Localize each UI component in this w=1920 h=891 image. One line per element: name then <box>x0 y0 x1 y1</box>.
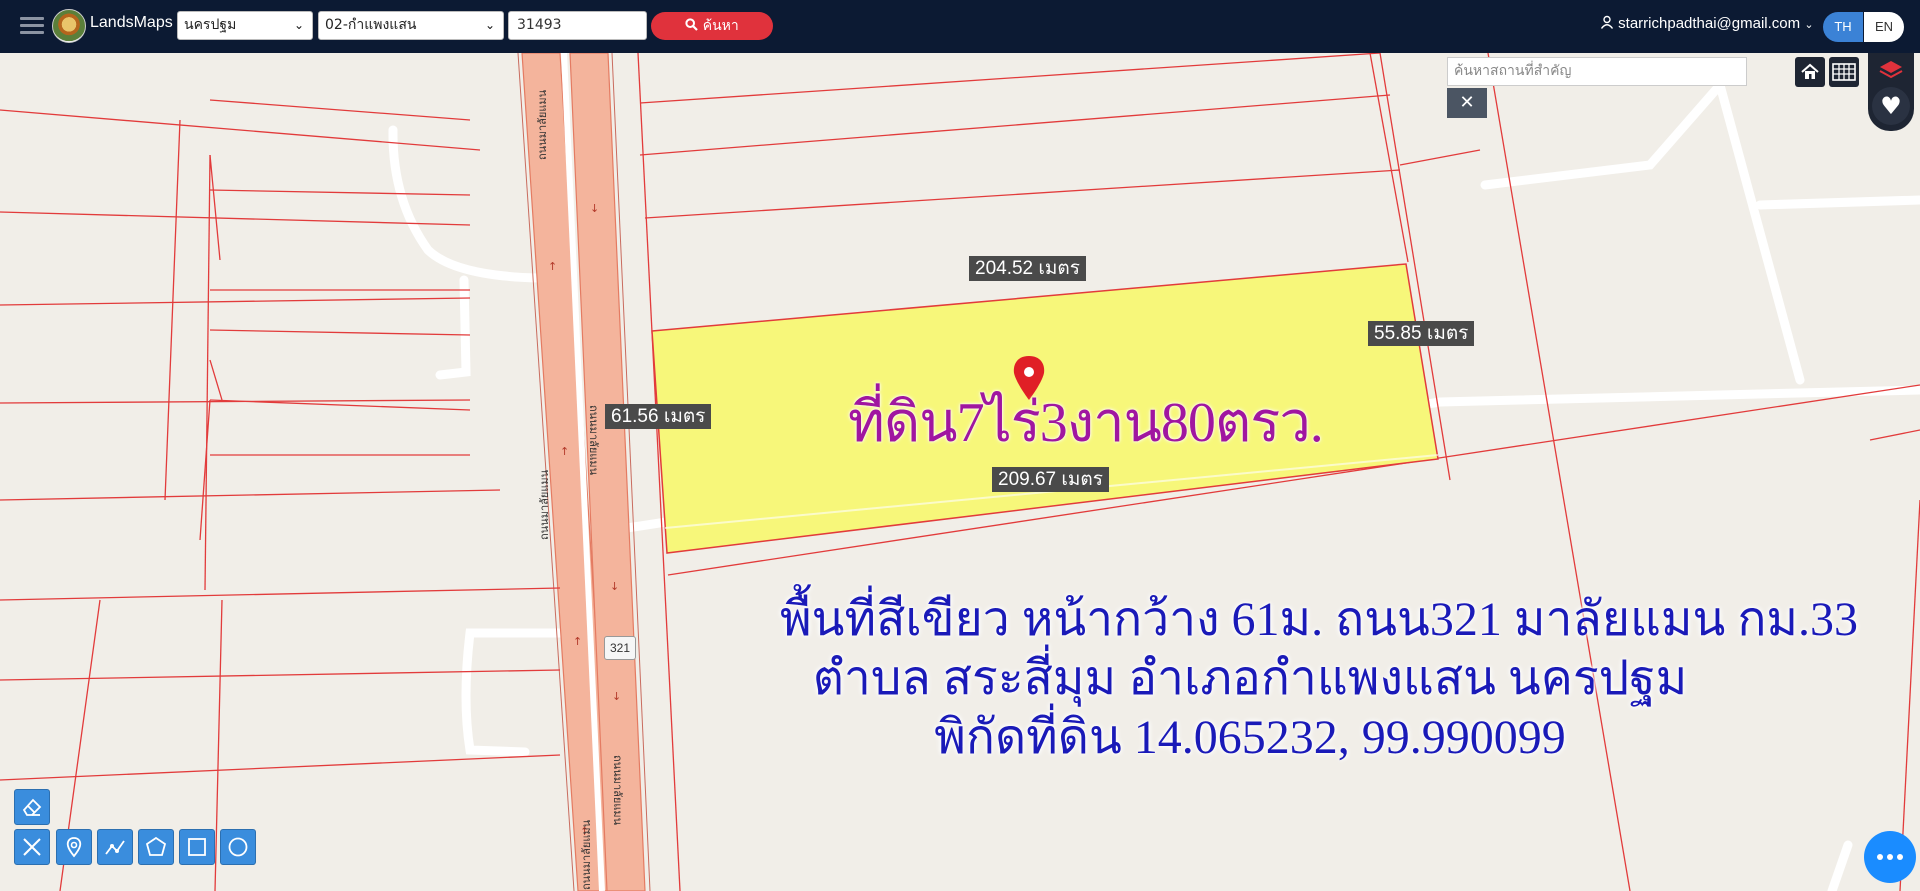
app-logo[interactable] <box>52 9 86 43</box>
favorite-heart-icon[interactable]: ♥ <box>1872 87 1910 125</box>
district-value: 02-กำแพงแสน <box>325 17 417 33</box>
marker-tool-button[interactable] <box>56 829 92 865</box>
eraser-icon <box>22 798 42 816</box>
lang-th-button[interactable]: TH <box>1823 12 1863 42</box>
province-select[interactable]: นครปฐม ⌄ <box>177 11 313 40</box>
top-navbar: LandsMaps นครปฐม ⌄ 02-กำแพงแสน ⌄ 31493 ค… <box>0 0 1920 53</box>
user-menu[interactable]: starrichpadthai@gmail.com ⌄ <box>1600 15 1814 32</box>
parcel-number-input[interactable]: 31493 <box>508 11 647 40</box>
home-button[interactable] <box>1795 57 1825 87</box>
measurement-bottom: 209.67 เมตร <box>992 467 1109 492</box>
polyline-icon <box>105 840 125 855</box>
parcel-description: พื้นที่สีเขียว หน้ากว้าง 61ม. ถนน321 มาล… <box>780 590 1859 767</box>
measurement-left: 61.56 เมตร <box>605 404 712 429</box>
province-value: นครปฐม <box>184 17 237 33</box>
polygon-tool-button[interactable] <box>138 829 174 865</box>
app-brand[interactable]: LandsMaps <box>90 14 173 32</box>
layers-icon[interactable] <box>1878 58 1904 84</box>
search-button-label: ค้นหา <box>702 18 739 34</box>
grid-icon <box>1832 63 1856 81</box>
search-icon <box>685 18 699 31</box>
road-name-label: ถนนมาลัยแมน <box>611 755 624 826</box>
user-email: starrichpadthai@gmail.com <box>1618 15 1801 32</box>
description-line-2: ตำบล สระสี่มุม อำเภอกำแพงแสน นครปฐม <box>812 652 1688 705</box>
road-name-label: ถนนมาลัยแมน <box>536 89 549 160</box>
polygon-icon <box>145 836 167 856</box>
measurement-right: 55.85 เมตร <box>1368 321 1475 346</box>
measurement-top: 204.52 เมตร <box>969 256 1086 281</box>
district-select[interactable]: 02-กำแพงแสน ⌄ <box>318 11 504 40</box>
parcel-size-title: ที่ดิน7ไร่3งาน80ตรว. <box>848 392 1324 454</box>
place-search-input[interactable]: ค้นหาสถานที่สำคัญ <box>1447 57 1747 86</box>
ruler-tool-button[interactable] <box>14 829 50 865</box>
map-marker-icon <box>66 837 82 858</box>
description-line-1: พื้นที่สีเขียว หน้ากว้าง 61ม. ถนน321 มาล… <box>780 593 1859 646</box>
svg-text:↑: ↑ <box>560 445 569 458</box>
description-line-3: พิกัดที่ดิน 14.065232, 99.990099 <box>934 711 1566 764</box>
road-name-label: ถนนมาลัยแมน <box>538 469 551 540</box>
user-icon <box>1600 15 1614 29</box>
menu-icon[interactable] <box>20 13 44 37</box>
home-icon <box>1801 63 1819 79</box>
road-name-label: ถนนมาลัยแมน <box>580 819 593 890</box>
rectangle-icon <box>188 838 206 856</box>
rectangle-tool-button[interactable] <box>179 829 215 865</box>
lang-en-button[interactable]: EN <box>1864 12 1904 42</box>
svg-text:↓: ↓ <box>612 690 621 703</box>
chevron-down-icon: ⌄ <box>484 18 495 32</box>
ruler-icon <box>23 838 41 856</box>
circle-tool-button[interactable] <box>220 829 256 865</box>
search-button[interactable]: ค้นหา <box>651 12 773 40</box>
svg-text:↓: ↓ <box>610 580 619 593</box>
close-search-button[interactable]: ✕ <box>1447 88 1487 118</box>
chevron-down-icon: ⌄ <box>293 18 304 32</box>
circle-icon <box>228 837 248 857</box>
svg-text:↓: ↓ <box>590 202 599 215</box>
chat-bubble-icon[interactable] <box>1864 831 1916 883</box>
road-name-label: ถนนมาลัยแมน <box>587 405 600 476</box>
road-shield-badge: 321 <box>604 636 636 660</box>
svg-text:↑: ↑ <box>548 260 557 273</box>
chevron-down-icon: ⌄ <box>1804 19 1814 31</box>
svg-text:↑: ↑ <box>573 635 582 648</box>
polyline-tool-button[interactable] <box>97 829 133 865</box>
eraser-tool-button[interactable] <box>14 789 50 825</box>
grid-button[interactable] <box>1829 57 1859 87</box>
